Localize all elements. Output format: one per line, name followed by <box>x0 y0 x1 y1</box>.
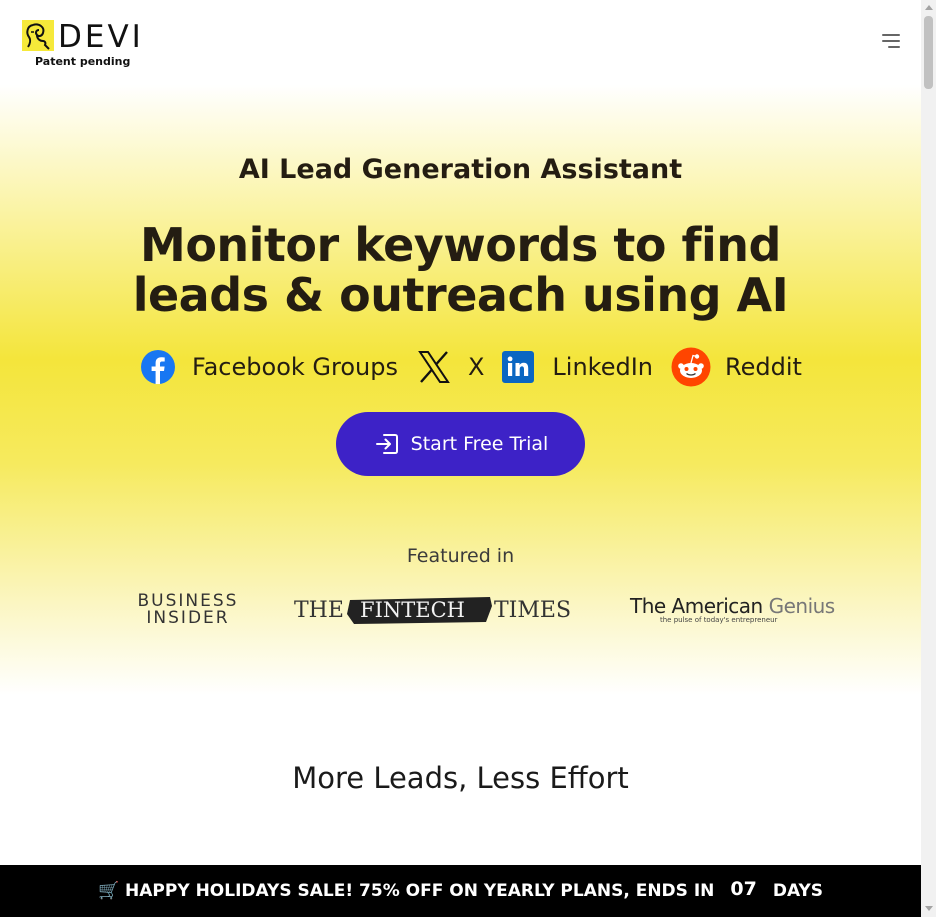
american-genius-b: Genius <box>768 594 836 618</box>
sign-in-icon <box>373 430 401 458</box>
platform-facebook: Facebook Groups <box>140 349 398 385</box>
platform-label: Facebook Groups <box>192 353 398 381</box>
logo-face-icon <box>22 20 54 51</box>
business-insider-logo: BUSINESS INSIDER <box>135 593 241 627</box>
scroll-down-arrow-icon[interactable] <box>925 906 933 911</box>
facebook-icon <box>140 349 176 385</box>
logo[interactable]: DEVI Patent pending <box>22 19 141 72</box>
logo-wordmark: DEVI <box>58 19 144 55</box>
start-free-trial-button[interactable]: Start Free Trial <box>336 412 585 476</box>
american-genius-tagline: the pulse of today's entrepreneur <box>660 616 778 624</box>
linkedin-icon <box>502 351 535 383</box>
countdown-unit: DAYS <box>772 881 824 901</box>
platform-label: X <box>467 353 485 381</box>
sale-banner-text: 🛒 HAPPY HOLIDAYS SALE! 75% OFF ON YEARLY… <box>97 881 715 901</box>
x-icon <box>416 349 452 385</box>
platform-linkedin: LinkedIn <box>502 351 653 383</box>
american-genius-a: The American <box>630 594 769 618</box>
sale-banner[interactable]: 🛒 HAPPY HOLIDAYS SALE! 75% OFF ON YEARLY… <box>0 865 921 917</box>
section-title: More Leads, Less Effort <box>292 761 629 795</box>
fintech-fintech: FINTECH <box>360 598 465 622</box>
reddit-icon <box>671 347 711 387</box>
platform-reddit: Reddit <box>671 347 802 387</box>
fintech-the: THE <box>294 598 344 623</box>
start-free-trial-label: Start Free Trial <box>410 433 549 455</box>
platform-list: Facebook Groups X LinkedIn Reddit <box>140 347 802 387</box>
fintech-times: TIMES <box>494 598 571 623</box>
scroll-up-arrow-icon[interactable] <box>925 5 933 10</box>
platform-label: LinkedIn <box>552 353 654 381</box>
featured-in-label: Featured in <box>406 545 515 567</box>
platform-label: Reddit <box>725 353 802 381</box>
scrollbar[interactable] <box>921 0 936 917</box>
countdown-days: 07 <box>730 878 757 900</box>
page: DEVI Patent pending AI Lead Generation A… <box>0 0 921 917</box>
patent-pending-label: Patent pending <box>35 55 131 68</box>
hero-eyebrow: AI Lead Generation Assistant <box>238 154 683 185</box>
headline-line-2: leads & outreach using AI <box>132 268 789 322</box>
hamburger-menu-icon[interactable] <box>882 34 904 52</box>
fintech-times-logo: THE FINTECH TIMES <box>294 594 576 626</box>
hero-headline: Monitor keywords to find leads & outreac… <box>0 220 921 320</box>
american-genius-logo: The American Genius the pulse of today's… <box>630 594 835 624</box>
headline-line-1: Monitor keywords to find <box>140 218 781 272</box>
platform-x: X <box>416 349 484 385</box>
business-insider-line-2: INSIDER <box>146 608 230 628</box>
scroll-thumb[interactable] <box>924 16 933 89</box>
